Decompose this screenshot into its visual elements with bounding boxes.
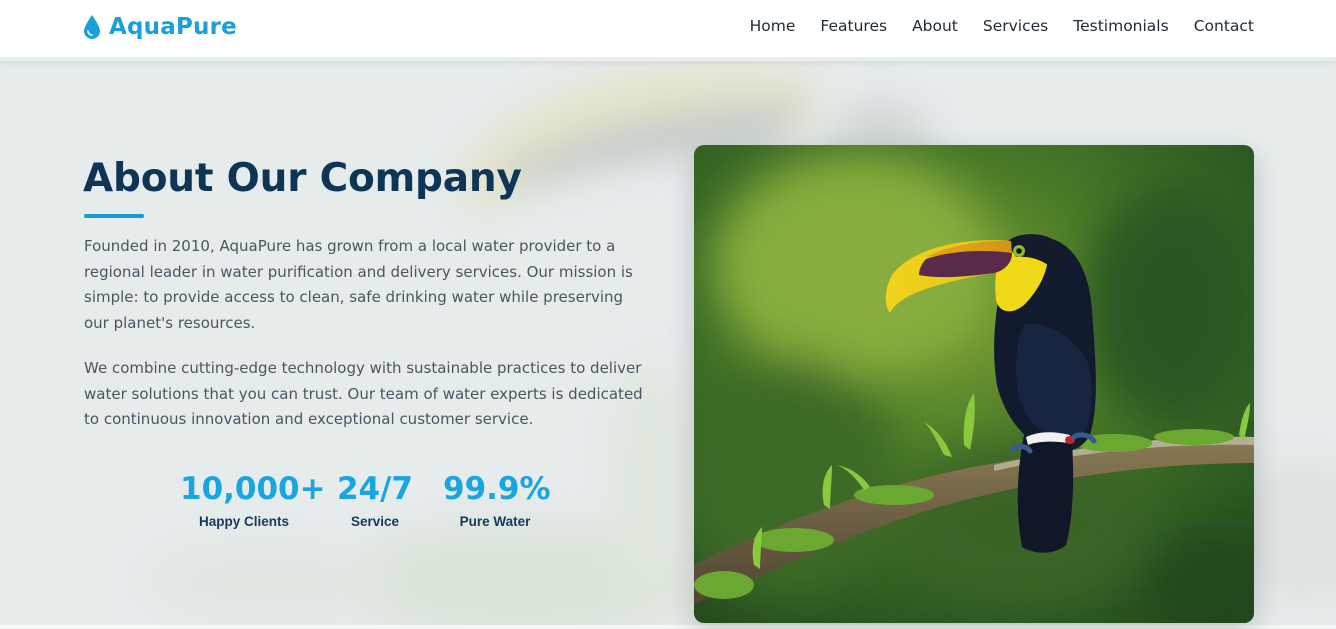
nav-link-features[interactable]: Features xyxy=(820,17,887,35)
stat-value: 10,000+ xyxy=(180,471,326,507)
toucan-photo xyxy=(694,145,1254,623)
stat-label: Happy Clients xyxy=(198,514,290,529)
nav-link-contact[interactable]: Contact xyxy=(1194,17,1254,35)
section-title: About Our Company xyxy=(83,156,522,201)
brand-name: AquaPure xyxy=(109,14,237,40)
nav-link-testimonials[interactable]: Testimonials xyxy=(1073,17,1168,35)
stat-value: 99.9% xyxy=(443,471,551,507)
stat-service: 24/7 Service xyxy=(335,471,415,529)
main-nav: Home Features About Services Testimonial… xyxy=(750,17,1254,35)
title-underline xyxy=(84,214,144,218)
stat-pure-water: 99.9% Pure Water xyxy=(443,471,551,529)
brand-logo[interactable]: AquaPure xyxy=(83,14,237,40)
section-divider xyxy=(0,625,1336,629)
about-image-toucan xyxy=(694,145,1254,623)
stat-happy-clients: 10,000+ Happy Clients xyxy=(180,471,326,529)
about-paragraph-1: Founded in 2010, AquaPure has grown from… xyxy=(84,237,633,332)
nav-link-home[interactable]: Home xyxy=(750,17,796,35)
stat-value: 24/7 xyxy=(336,471,414,507)
nav-link-services[interactable]: Services xyxy=(983,17,1048,35)
stat-label: Service xyxy=(350,514,400,529)
about-paragraph-2: We combine cutting-edge technology with … xyxy=(84,359,643,428)
stat-label: Pure Water xyxy=(459,514,531,529)
water-drop-icon xyxy=(84,15,100,39)
nav-link-about[interactable]: About xyxy=(912,17,958,35)
site-header: AquaPure Home Features About Services Te… xyxy=(0,0,1336,61)
